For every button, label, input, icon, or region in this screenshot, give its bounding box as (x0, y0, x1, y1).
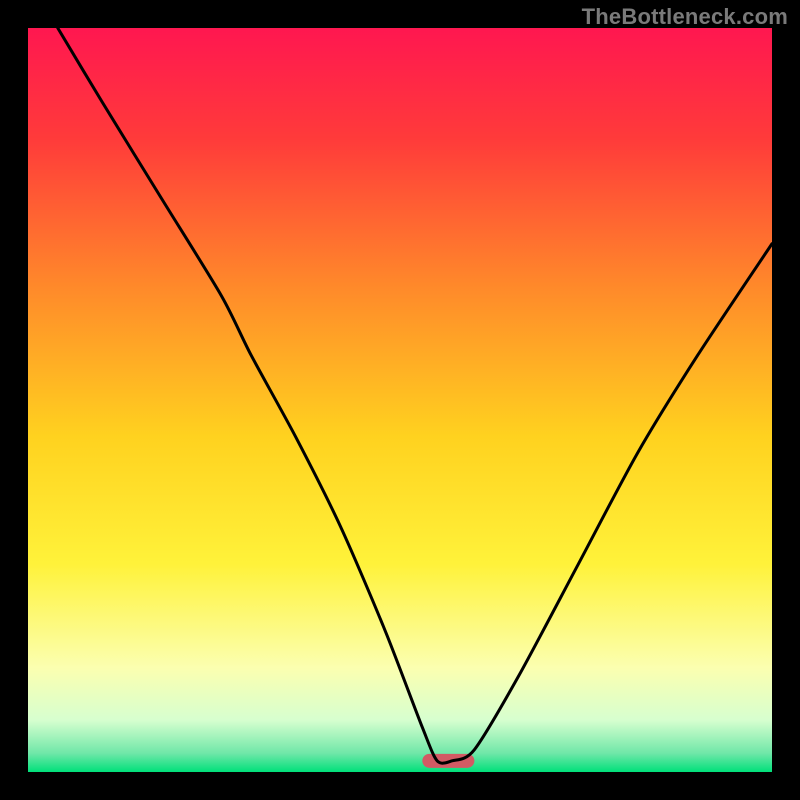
gradient-background (28, 28, 772, 772)
watermark-text: TheBottleneck.com (582, 4, 788, 30)
chart-frame: TheBottleneck.com (0, 0, 800, 800)
plot-svg (28, 28, 772, 772)
plot-area (28, 28, 772, 772)
